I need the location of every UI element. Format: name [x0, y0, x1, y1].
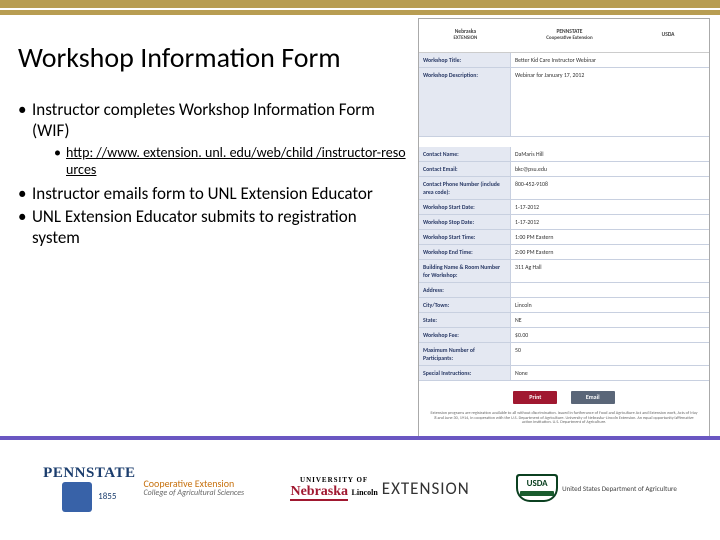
bullet-3: UNL Extension Educator submits to regist… [18, 206, 408, 249]
val: 1:00 PM Eastern [511, 230, 709, 244]
ext-text: EXTENSION [453, 35, 477, 41]
row-title: Workshop Title:Better Kid Care Instructo… [419, 53, 709, 68]
val: 50 [511, 343, 709, 365]
resource-link[interactable]: http: //www. extension. unl. edu/web/chi… [66, 144, 406, 179]
footer-logos: PENNSTATE 1855 Cooperative Extension Col… [0, 452, 720, 524]
bullet-1-text: Instructor completes Workshop Informatio… [32, 99, 375, 141]
lbl: Workshop End Time: [419, 245, 511, 259]
val: Better Kid Care Instructor Webinar [511, 53, 709, 67]
val: 2:00 PM Eastern [511, 245, 709, 259]
pennstate-logo: PENNSTATECooperative Extension [546, 30, 592, 41]
val: DaMaris Hill [511, 147, 709, 161]
row-fee: Workshop Fee:$0.00 [419, 328, 709, 343]
usda-logo: USDA [662, 33, 675, 39]
form-fine-print: Extension programs are registration avai… [419, 412, 709, 426]
sub-bullet-list: http: //www. extension. unl. edu/web/chi… [54, 144, 408, 179]
lbl: Contact Name: [419, 147, 511, 161]
form-header-logos: NebraskaEXTENSION PENNSTATECooperative E… [419, 19, 709, 53]
val: 1-17-2012 [511, 200, 709, 214]
lbl: Workshop Start Date: [419, 200, 511, 214]
row-desc: Workshop Description:Webinar for January… [419, 68, 709, 137]
val: 800-452-9108 [511, 177, 709, 199]
val [511, 283, 709, 297]
penn-word: PENNSTATE [43, 465, 135, 482]
coop-extension-text: Cooperative Extension College of Agricul… [143, 479, 244, 497]
val: Lincoln [511, 298, 709, 312]
row-contact-name: Contact Name:DaMaris Hill [419, 147, 709, 162]
accent-bar-1 [0, 0, 720, 8]
pennstate-seal-icon [62, 482, 92, 512]
row-stop-date: Workshop Stop Date:1-17-2012 [419, 215, 709, 230]
row-state: State:NE [419, 313, 709, 328]
val: 1-17-2012 [511, 215, 709, 229]
page-title: Workshop Information Form [18, 40, 408, 75]
lbl: Maximum Number of Participants: [419, 343, 511, 365]
lbl: Workshop Stop Date: [419, 215, 511, 229]
neb-main: Nebraska [290, 484, 348, 501]
val: Webinar for January 17, 2012 [511, 68, 709, 136]
row-city: City/Town:Lincoln [419, 298, 709, 313]
val: 311 Ag Hall [511, 260, 709, 282]
val: bkc@psu.edu [511, 162, 709, 176]
lbl: Building Name & Room Number for Workshop… [419, 260, 511, 282]
nebraska-footer-logo: UNIVERSITY OF Nebraska Lincoln EXTENSION [290, 476, 469, 500]
usda-full-text: United States Department of Agriculture [562, 485, 677, 492]
row-max: Maximum Number of Participants:50 [419, 343, 709, 366]
penn-year: 1855 [98, 491, 116, 502]
lbl: State: [419, 313, 511, 327]
lbl: Workshop Title: [419, 53, 511, 67]
lbl: Workshop Description: [419, 68, 511, 136]
pennstate-footer-logo: PENNSTATE 1855 Cooperative Extension Col… [43, 465, 244, 512]
row-contact-phone: Contact Phone Number (include area code)… [419, 177, 709, 200]
bullet-list: Instructor completes Workshop Informatio… [18, 99, 408, 248]
lbl: Address: [419, 283, 511, 297]
lbl: Special Instructions: [419, 366, 511, 380]
row-address: Address: [419, 283, 709, 298]
val: None [511, 366, 709, 380]
accent-bar-2 [0, 10, 720, 15]
extension-word: EXTENSION [382, 478, 470, 499]
bullet-1: Instructor completes Workshop Informatio… [18, 99, 408, 179]
row-special: Special Instructions:None [419, 366, 709, 381]
usda-footer-logo: United States Department of Agriculture [516, 474, 677, 502]
row-contact-email: Contact Email:bkc@psu.edu [419, 162, 709, 177]
lbl: Contact Phone Number (include area code)… [419, 177, 511, 199]
coop-text: Cooperative Extension [546, 35, 592, 41]
form-buttons: Print Email [419, 391, 709, 404]
row-building: Building Name & Room Number for Workshop… [419, 260, 709, 283]
neb-word: UNIVERSITY OF Nebraska Lincoln [290, 476, 377, 500]
row-end-time: Workshop End Time:2:00 PM Eastern [419, 245, 709, 260]
email-button[interactable]: Email [571, 391, 615, 404]
footer-divider [0, 436, 720, 440]
row-start-date: Workshop Start Date:1-17-2012 [419, 200, 709, 215]
row-start-time: Workshop Start Time:1:00 PM Eastern [419, 230, 709, 245]
coop2: College of Agricultural Sciences [143, 489, 244, 497]
bullet-2: Instructor emails form to UNL Extension … [18, 183, 408, 204]
lbl: Workshop Start Time: [419, 230, 511, 244]
neb-univ: UNIVERSITY OF [290, 476, 377, 484]
neb-lincoln: Lincoln [352, 488, 378, 497]
nebraska-logo: NebraskaEXTENSION [453, 30, 477, 41]
form-thumbnail: NebraskaEXTENSION PENNSTATECooperative E… [418, 18, 710, 438]
main-content: Workshop Information Form Instructor com… [18, 40, 408, 250]
print-button[interactable]: Print [513, 391, 557, 404]
lbl: Contact Email: [419, 162, 511, 176]
val: NE [511, 313, 709, 327]
lbl: City/Town: [419, 298, 511, 312]
val: $0.00 [511, 328, 709, 342]
lbl: Workshop Fee: [419, 328, 511, 342]
sub-bullet-1: http: //www. extension. unl. edu/web/chi… [54, 144, 408, 179]
usda-shield-icon [516, 474, 558, 502]
